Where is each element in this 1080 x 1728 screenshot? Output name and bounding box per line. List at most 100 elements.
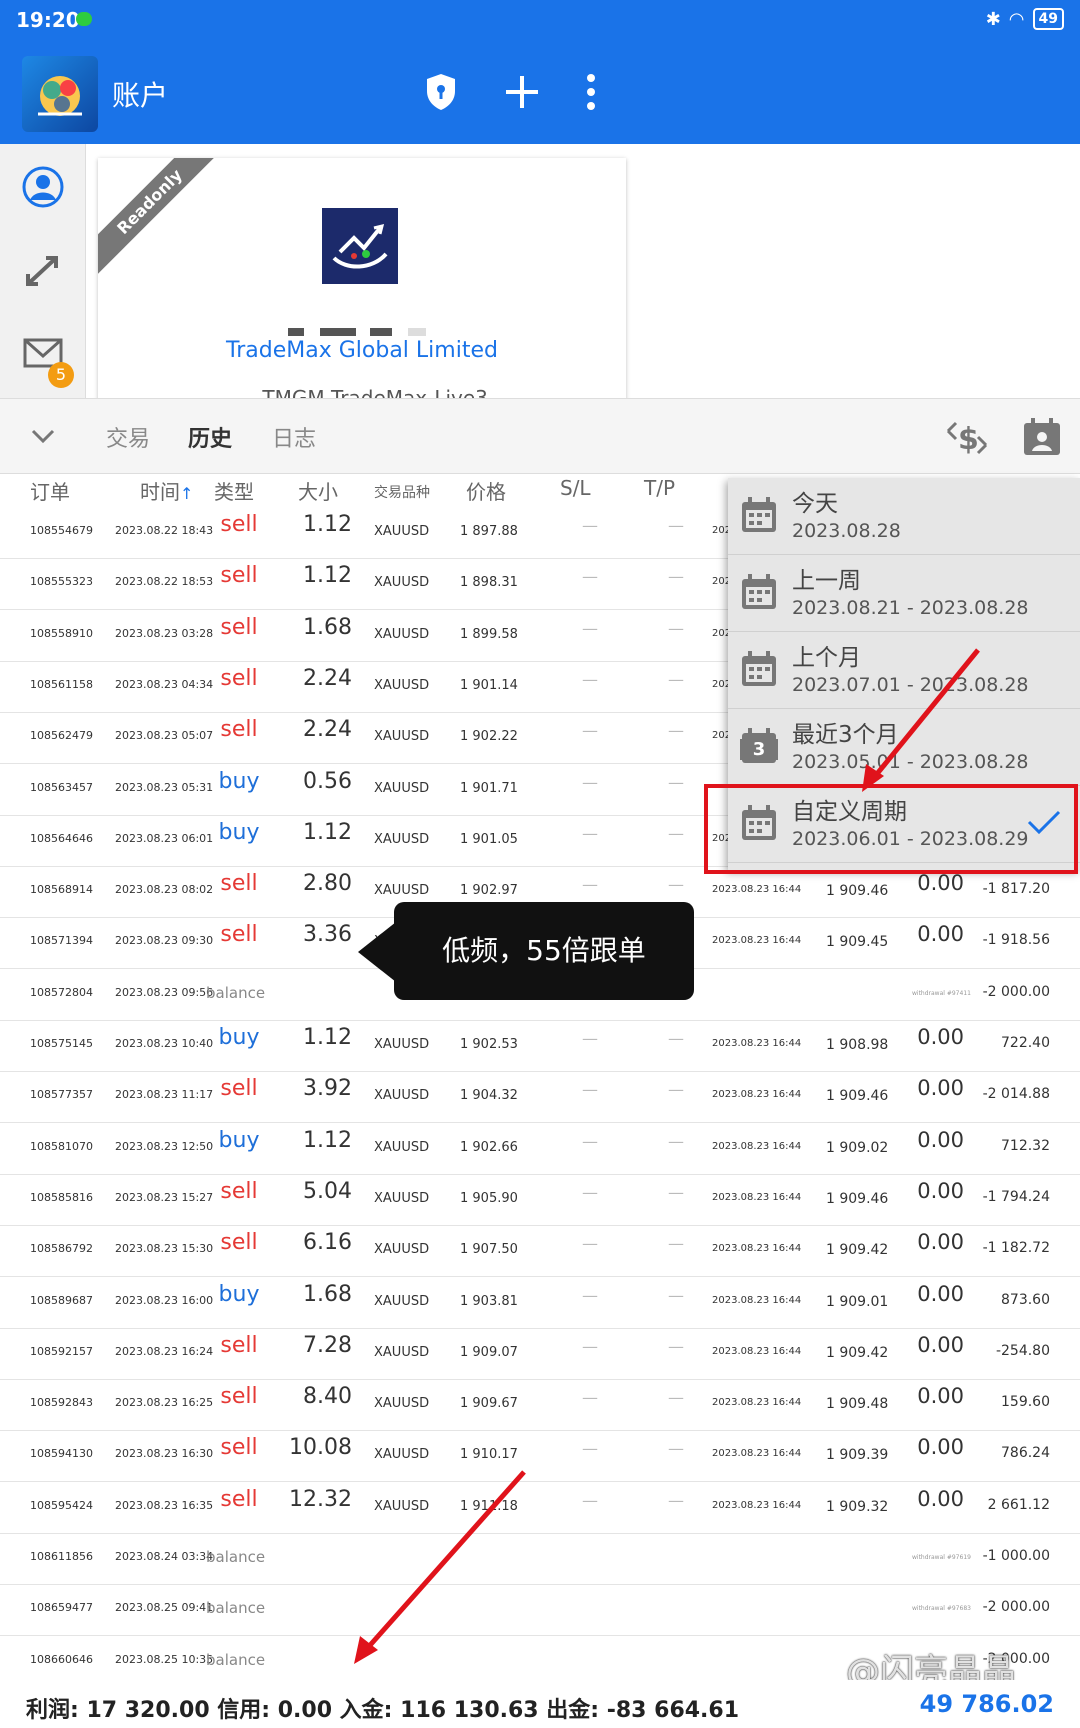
row-profit: -2 014.88 <box>982 1086 1050 1103</box>
row-symbol: XAUUSD <box>374 1088 430 1104</box>
row-order: 108575145 <box>30 1037 93 1050</box>
row-sl: — <box>582 875 598 895</box>
currency-swap-icon[interactable]: $ <box>946 417 988 459</box>
row-sl: — <box>582 516 598 535</box>
row-symbol: XAUUSD <box>374 1447 430 1463</box>
row-comment: withdrawal #97411 <box>912 989 971 997</box>
table-row[interactable]: 108575145 2023.08.23 10:40 buy 1.12 XAUUSD 1 … <box>0 1021 1080 1072</box>
row-price: 1 898.31 <box>460 575 518 591</box>
metatrader-logo-icon[interactable] <box>22 56 98 132</box>
table-row[interactable]: 108586792 2023.08.23 15:30 sell 6.16 XAUUSD 1… <box>0 1226 1080 1278</box>
table-row[interactable]: 108581070 2023.08.23 12:50 buy 1.12 XAUUSD 1 … <box>0 1124 1080 1175</box>
row-order: 108568914 <box>30 883 93 897</box>
row-type: buy <box>218 1281 260 1307</box>
table-row[interactable]: 108577357 2023.08.23 11:17 sell 3.92 XAUUSD 1… <box>0 1072 1080 1124</box>
row-profit: 873.60 <box>1001 1291 1050 1308</box>
row-type: sell <box>220 512 258 537</box>
row-price: 1 905.90 <box>460 1190 518 1206</box>
account-avatar-icon[interactable] <box>22 166 64 208</box>
period-option-title: 上一周 <box>792 568 861 594</box>
calendar-icon <box>742 651 776 686</box>
row-sl: — <box>582 1234 598 1254</box>
table-row[interactable]: 108592843 2023.08.23 16:25 sell 8.40 XAUUSD 1… <box>0 1380 1080 1432</box>
table-row[interactable]: 108592157 2023.08.23 16:24 sell 7.28 XAUUSD 1… <box>0 1329 1080 1380</box>
row-symbol: XAUUSD <box>374 524 430 539</box>
row-tp: — <box>668 1029 684 1048</box>
row-time: 2023.08.25 10:35 <box>115 1652 214 1666</box>
shield-icon[interactable] <box>424 72 458 112</box>
table-row[interactable]: 108585816 2023.08.23 15:27 sell 5.04 XAUUSD 1… <box>0 1175 1080 1226</box>
table-row[interactable]: 108611856 2023.08.24 03:34 balance -1 000.0… <box>0 1534 1080 1585</box>
table-row[interactable]: 108595424 2023.08.23 16:35 sell 12.32 XAUUSD… <box>0 1483 1080 1534</box>
row-size: 1.68 <box>303 614 352 640</box>
period-option-range: 2023.08.21 - 2023.08.28 <box>792 597 1029 619</box>
annotation-bubble: 低频，55倍跟单 <box>394 902 694 1000</box>
row-symbol: XAUUSD <box>374 883 430 899</box>
table-row[interactable]: 108659477 2023.08.25 09:41 balance -2 000.0… <box>0 1585 1080 1637</box>
row-profit: -2 000.00 <box>982 1599 1050 1616</box>
header-tp[interactable]: T/P <box>644 476 675 500</box>
header-time[interactable]: 时间↑ <box>140 476 193 505</box>
row-sl: — <box>582 1080 598 1100</box>
row-type: sell <box>220 665 258 691</box>
row-type: sell <box>220 563 258 589</box>
row-size: 2.24 <box>303 665 352 691</box>
transfer-arrows-icon[interactable] <box>22 250 64 292</box>
header-order[interactable]: 订单 <box>30 476 70 505</box>
row-order: 108572804 <box>30 985 93 999</box>
row-swap: 0.00 <box>917 871 964 896</box>
row-swap: 0.00 <box>917 922 964 947</box>
row-symbol: XAUUSD <box>374 1293 430 1309</box>
row-close-time: 2023.08.23 16:44 <box>712 1345 802 1357</box>
period-option-title: 今天 <box>792 491 838 517</box>
period-option[interactable]: 上一周 2023.08.21 - 2023.08.28 <box>728 555 1080 632</box>
tab-journal[interactable]: 日志 <box>272 421 316 453</box>
tab-trade[interactable]: 交易 <box>106 421 150 453</box>
header-sl[interactable]: S/L <box>560 476 591 500</box>
row-size: 12.32 <box>289 1486 352 1512</box>
row-time: 2023.08.23 06:01 <box>115 831 214 845</box>
header-symbol[interactable]: 交易品种 <box>374 482 430 502</box>
header-type[interactable]: 类型 <box>214 476 254 505</box>
row-type: sell <box>220 922 258 948</box>
row-time: 2023.08.23 15:27 <box>115 1190 214 1204</box>
app-bar: 账户 <box>0 44 1080 144</box>
chevron-down-icon[interactable] <box>30 427 56 445</box>
row-profit: -2 000.00 <box>982 983 1050 1000</box>
period-option[interactable]: 今天 2023.08.28 <box>728 478 1080 555</box>
header-size[interactable]: 大小 <box>298 476 338 505</box>
period-option[interactable]: 3 最近3个月 2023.05.01 - 2023.08.28 <box>728 709 1080 786</box>
table-row[interactable]: 108589687 2023.08.23 16:00 buy 1.68 XAUUSD 1 … <box>0 1278 1080 1329</box>
header-price[interactable]: 价格 <box>466 476 506 505</box>
account-card[interactable]: Readonly TradeMax Global Limited — TMGM.… <box>98 158 626 408</box>
row-size: 6.16 <box>303 1230 352 1256</box>
row-time: 2023.08.23 03:28 <box>115 626 214 640</box>
row-order: 108595424 <box>30 1498 93 1512</box>
row-tp: — <box>668 1490 684 1510</box>
row-close-time: 2023.08.23 16:44 <box>712 1191 802 1203</box>
row-order: 108571394 <box>30 934 93 948</box>
row-swap: 0.00 <box>917 1435 964 1460</box>
more-options-icon[interactable] <box>586 72 596 112</box>
row-symbol: XAUUSD <box>374 1037 430 1052</box>
row-swap: 0.00 <box>917 1281 964 1306</box>
row-profit: -1 182.72 <box>982 1240 1050 1257</box>
period-option-range: 2023.05.01 - 2023.08.28 <box>792 751 1029 773</box>
readonly-ribbon: Readonly <box>98 158 224 276</box>
row-close-time: 2023.08.23 16:44 <box>712 1499 802 1511</box>
row-sl: — <box>582 618 598 638</box>
row-time: 2023.08.23 05:31 <box>115 780 214 794</box>
tab-history[interactable]: 历史 <box>188 421 232 453</box>
row-time: 2023.08.22 18:43 <box>115 524 214 537</box>
row-profit: 786.24 <box>1001 1445 1050 1462</box>
row-close-price: 1 909.01 <box>826 1293 889 1310</box>
row-close-price: 1 909.48 <box>826 1396 889 1413</box>
row-price: 1 897.88 <box>460 524 518 539</box>
period-option[interactable]: 上个月 2023.07.01 - 2023.08.28 <box>728 632 1080 709</box>
row-price: 1 902.53 <box>460 1037 518 1052</box>
add-account-icon[interactable] <box>504 74 540 110</box>
row-order: 108611856 <box>30 1550 93 1563</box>
table-row[interactable]: 108594130 2023.08.23 16:30 sell 10.08 XAUUSD… <box>0 1431 1080 1483</box>
calendar-period-icon[interactable] <box>1022 417 1062 457</box>
row-price: 1 901.14 <box>460 677 518 693</box>
